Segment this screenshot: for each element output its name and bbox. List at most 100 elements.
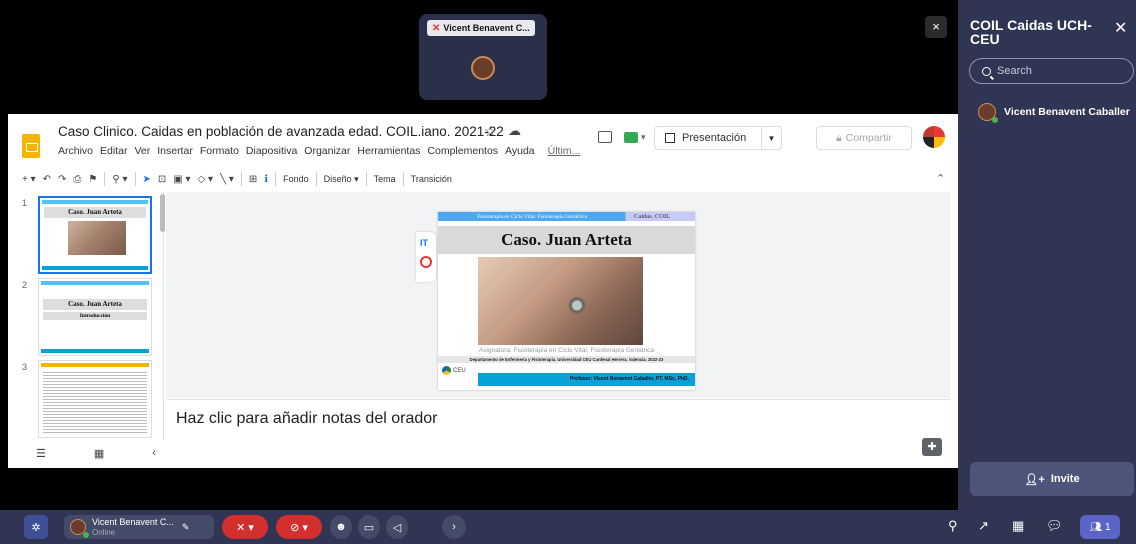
menu-formato[interactable]: Formato bbox=[200, 145, 239, 157]
filmstrip-view-icon[interactable]: ☰ bbox=[36, 447, 46, 460]
slide-number: 2 bbox=[22, 280, 28, 290]
redo-icon[interactable]: ↷ bbox=[58, 174, 66, 185]
toolbar-divider bbox=[134, 172, 136, 186]
text-format-icon[interactable]: ℹ bbox=[264, 174, 268, 185]
thumb-footer bbox=[42, 266, 148, 270]
slide-thumbnail[interactable]: Caso. Juan Arteta bbox=[38, 196, 152, 274]
add-person-icon: 👤︎+ bbox=[1024, 473, 1045, 486]
participant-tile[interactable]: ✕ Vicent Benavent C... bbox=[419, 14, 547, 100]
collapse-filmstrip-icon[interactable]: ‹ bbox=[152, 447, 156, 459]
layout-button[interactable]: Diseño ▾ bbox=[324, 174, 359, 185]
current-slide[interactable]: Fisioterapia en Ciclo Vital. Fisioterapi… bbox=[438, 212, 695, 390]
menu-bar: Archivo Editar Ver Insertar Formato Diap… bbox=[58, 145, 580, 157]
image-icon[interactable]: ▣ ▾ bbox=[173, 174, 190, 185]
paint-format-icon[interactable]: ⚑ bbox=[88, 174, 97, 185]
background-button[interactable]: Fondo bbox=[283, 174, 309, 184]
thumb-header bbox=[41, 363, 149, 367]
participant-avatar bbox=[471, 56, 495, 80]
account-avatar[interactable] bbox=[923, 126, 945, 148]
ceu-logo-text: CEU bbox=[453, 367, 466, 374]
present-icon bbox=[665, 133, 675, 143]
participants-count: 1 bbox=[1104, 521, 1111, 533]
menu-herramientas[interactable]: Herramientas bbox=[357, 145, 420, 157]
more-options-button[interactable]: › bbox=[442, 515, 466, 539]
member-avatar bbox=[978, 103, 998, 123]
member-list-item[interactable]: Vicent Benavent Caballer bbox=[978, 103, 1130, 123]
self-status: Online bbox=[92, 527, 116, 537]
present-label: Presentación bbox=[682, 132, 747, 144]
shape-icon[interactable]: ◇ ▾ bbox=[198, 174, 214, 185]
star-icon[interactable]: ☆ bbox=[484, 123, 497, 140]
thumb-text-block bbox=[43, 370, 147, 433]
grid-view-icon[interactable]: ▦ bbox=[94, 447, 104, 460]
present-button[interactable]: Presentación ▼ bbox=[654, 126, 782, 150]
self-user-card[interactable]: Vicent Benavent C... Online ✎ bbox=[64, 515, 214, 539]
location-icon[interactable]: ⚲ bbox=[948, 518, 958, 534]
menu-diapositiva[interactable]: Diapositiva bbox=[246, 145, 297, 157]
meet-dropdown-icon[interactable]: ▾ bbox=[641, 132, 646, 143]
collapse-menus-icon[interactable]: ⌃ bbox=[936, 172, 945, 185]
share-button[interactable]: 🔒︎ Compartir bbox=[816, 126, 912, 150]
slide-thumbnail[interactable] bbox=[38, 360, 152, 438]
menu-editar[interactable]: Editar bbox=[100, 145, 127, 157]
cloud-status-icon[interactable]: ☁ bbox=[508, 123, 521, 139]
search-input[interactable]: Search bbox=[969, 58, 1134, 84]
thumb-subtitle: Introducción bbox=[43, 312, 147, 320]
notes-divider[interactable] bbox=[166, 399, 950, 400]
speaker-notes[interactable]: Haz clic para añadir notas del orador bbox=[176, 410, 437, 428]
share-label: Compartir bbox=[845, 132, 892, 144]
self-name: Vicent Benavent C... bbox=[92, 516, 174, 527]
participant-name-badge: ✕ Vicent Benavent C... bbox=[427, 20, 535, 36]
camera-off-button[interactable]: ⊘ ▾ bbox=[276, 515, 322, 539]
slide-thumbnail[interactable]: Caso. Juan Arteta Introducción bbox=[38, 278, 152, 356]
undo-icon[interactable]: ↶ bbox=[43, 174, 51, 185]
share-screen-button[interactable]: ▭ bbox=[358, 515, 380, 539]
print-icon[interactable]: ⎙ bbox=[73, 174, 81, 185]
filmstrip-scrollbar[interactable] bbox=[160, 194, 165, 232]
close-panel-icon[interactable]: ✕ bbox=[1114, 18, 1127, 38]
toolbar-divider bbox=[275, 172, 277, 186]
comment-icon[interactable] bbox=[598, 131, 612, 143]
chat-icon[interactable]: 💬︎ bbox=[1046, 518, 1063, 534]
slide-department: Departamento de Enfermería y Fisioterapi… bbox=[438, 356, 695, 363]
menu-insertar[interactable]: Insertar bbox=[157, 145, 193, 157]
meet-icon[interactable] bbox=[624, 132, 638, 143]
close-screen-share-button[interactable]: × bbox=[925, 16, 947, 38]
search-icon bbox=[982, 66, 991, 76]
reactions-button[interactable]: ☻ bbox=[330, 515, 352, 539]
app-logo-icon[interactable]: ✲ bbox=[24, 515, 48, 539]
zoom-icon[interactable]: ⚲ ▾ bbox=[112, 174, 127, 185]
participants-button[interactable]: 👥︎ 1 bbox=[1080, 515, 1120, 539]
edit-icon[interactable]: ✎ bbox=[182, 522, 190, 533]
last-edit-link[interactable]: Últim... bbox=[548, 145, 581, 157]
menu-organizar[interactable]: Organizar bbox=[304, 145, 350, 157]
document-title[interactable]: Caso Clinico. Caidas en población de ava… bbox=[58, 124, 504, 139]
select-tool-icon[interactable]: ➤ bbox=[143, 174, 151, 185]
addon-side-icons: IT bbox=[416, 232, 436, 282]
theme-button[interactable]: Tema bbox=[374, 174, 396, 184]
calendar-icon[interactable]: ▦ bbox=[1012, 518, 1024, 534]
line-icon[interactable]: ╲ ▾ bbox=[220, 174, 234, 185]
menu-archivo[interactable]: Archivo bbox=[58, 145, 93, 157]
transition-button[interactable]: Transición bbox=[411, 174, 452, 184]
text-box-icon[interactable]: ⊡ bbox=[158, 174, 166, 185]
record-icon[interactable] bbox=[420, 256, 432, 268]
invite-button[interactable]: 👤︎+ Invite bbox=[970, 462, 1134, 496]
megaphone-icon: ◁ bbox=[392, 521, 402, 534]
new-slide-icon[interactable]: + ▾ bbox=[22, 174, 36, 185]
mute-mic-button[interactable]: ✕ ▾ bbox=[222, 515, 268, 539]
explore-button[interactable]: ✚ bbox=[922, 438, 942, 456]
menu-ver[interactable]: Ver bbox=[134, 145, 150, 157]
present-dropdown-icon[interactable]: ▼ bbox=[761, 127, 781, 149]
slide-subject: Asignatura: Fisioterapia en Ciclo Vital.… bbox=[478, 347, 655, 354]
addon-icon[interactable]: IT bbox=[420, 238, 428, 248]
slide-canvas[interactable]: IT Fisioterapia en Ciclo Vital. Fisioter… bbox=[166, 192, 950, 398]
arrow-icon[interactable]: ↗ bbox=[978, 518, 989, 534]
comment-add-icon[interactable]: ⊞ bbox=[249, 174, 257, 185]
menu-complementos[interactable]: Complementos bbox=[427, 145, 498, 157]
announce-button[interactable]: ◁ bbox=[386, 515, 408, 539]
toolbar-divider bbox=[315, 172, 317, 186]
menu-ayuda[interactable]: Ayuda bbox=[505, 145, 535, 157]
slides-logo-icon[interactable] bbox=[22, 134, 40, 158]
monitor-icon: ▭ bbox=[363, 521, 375, 534]
